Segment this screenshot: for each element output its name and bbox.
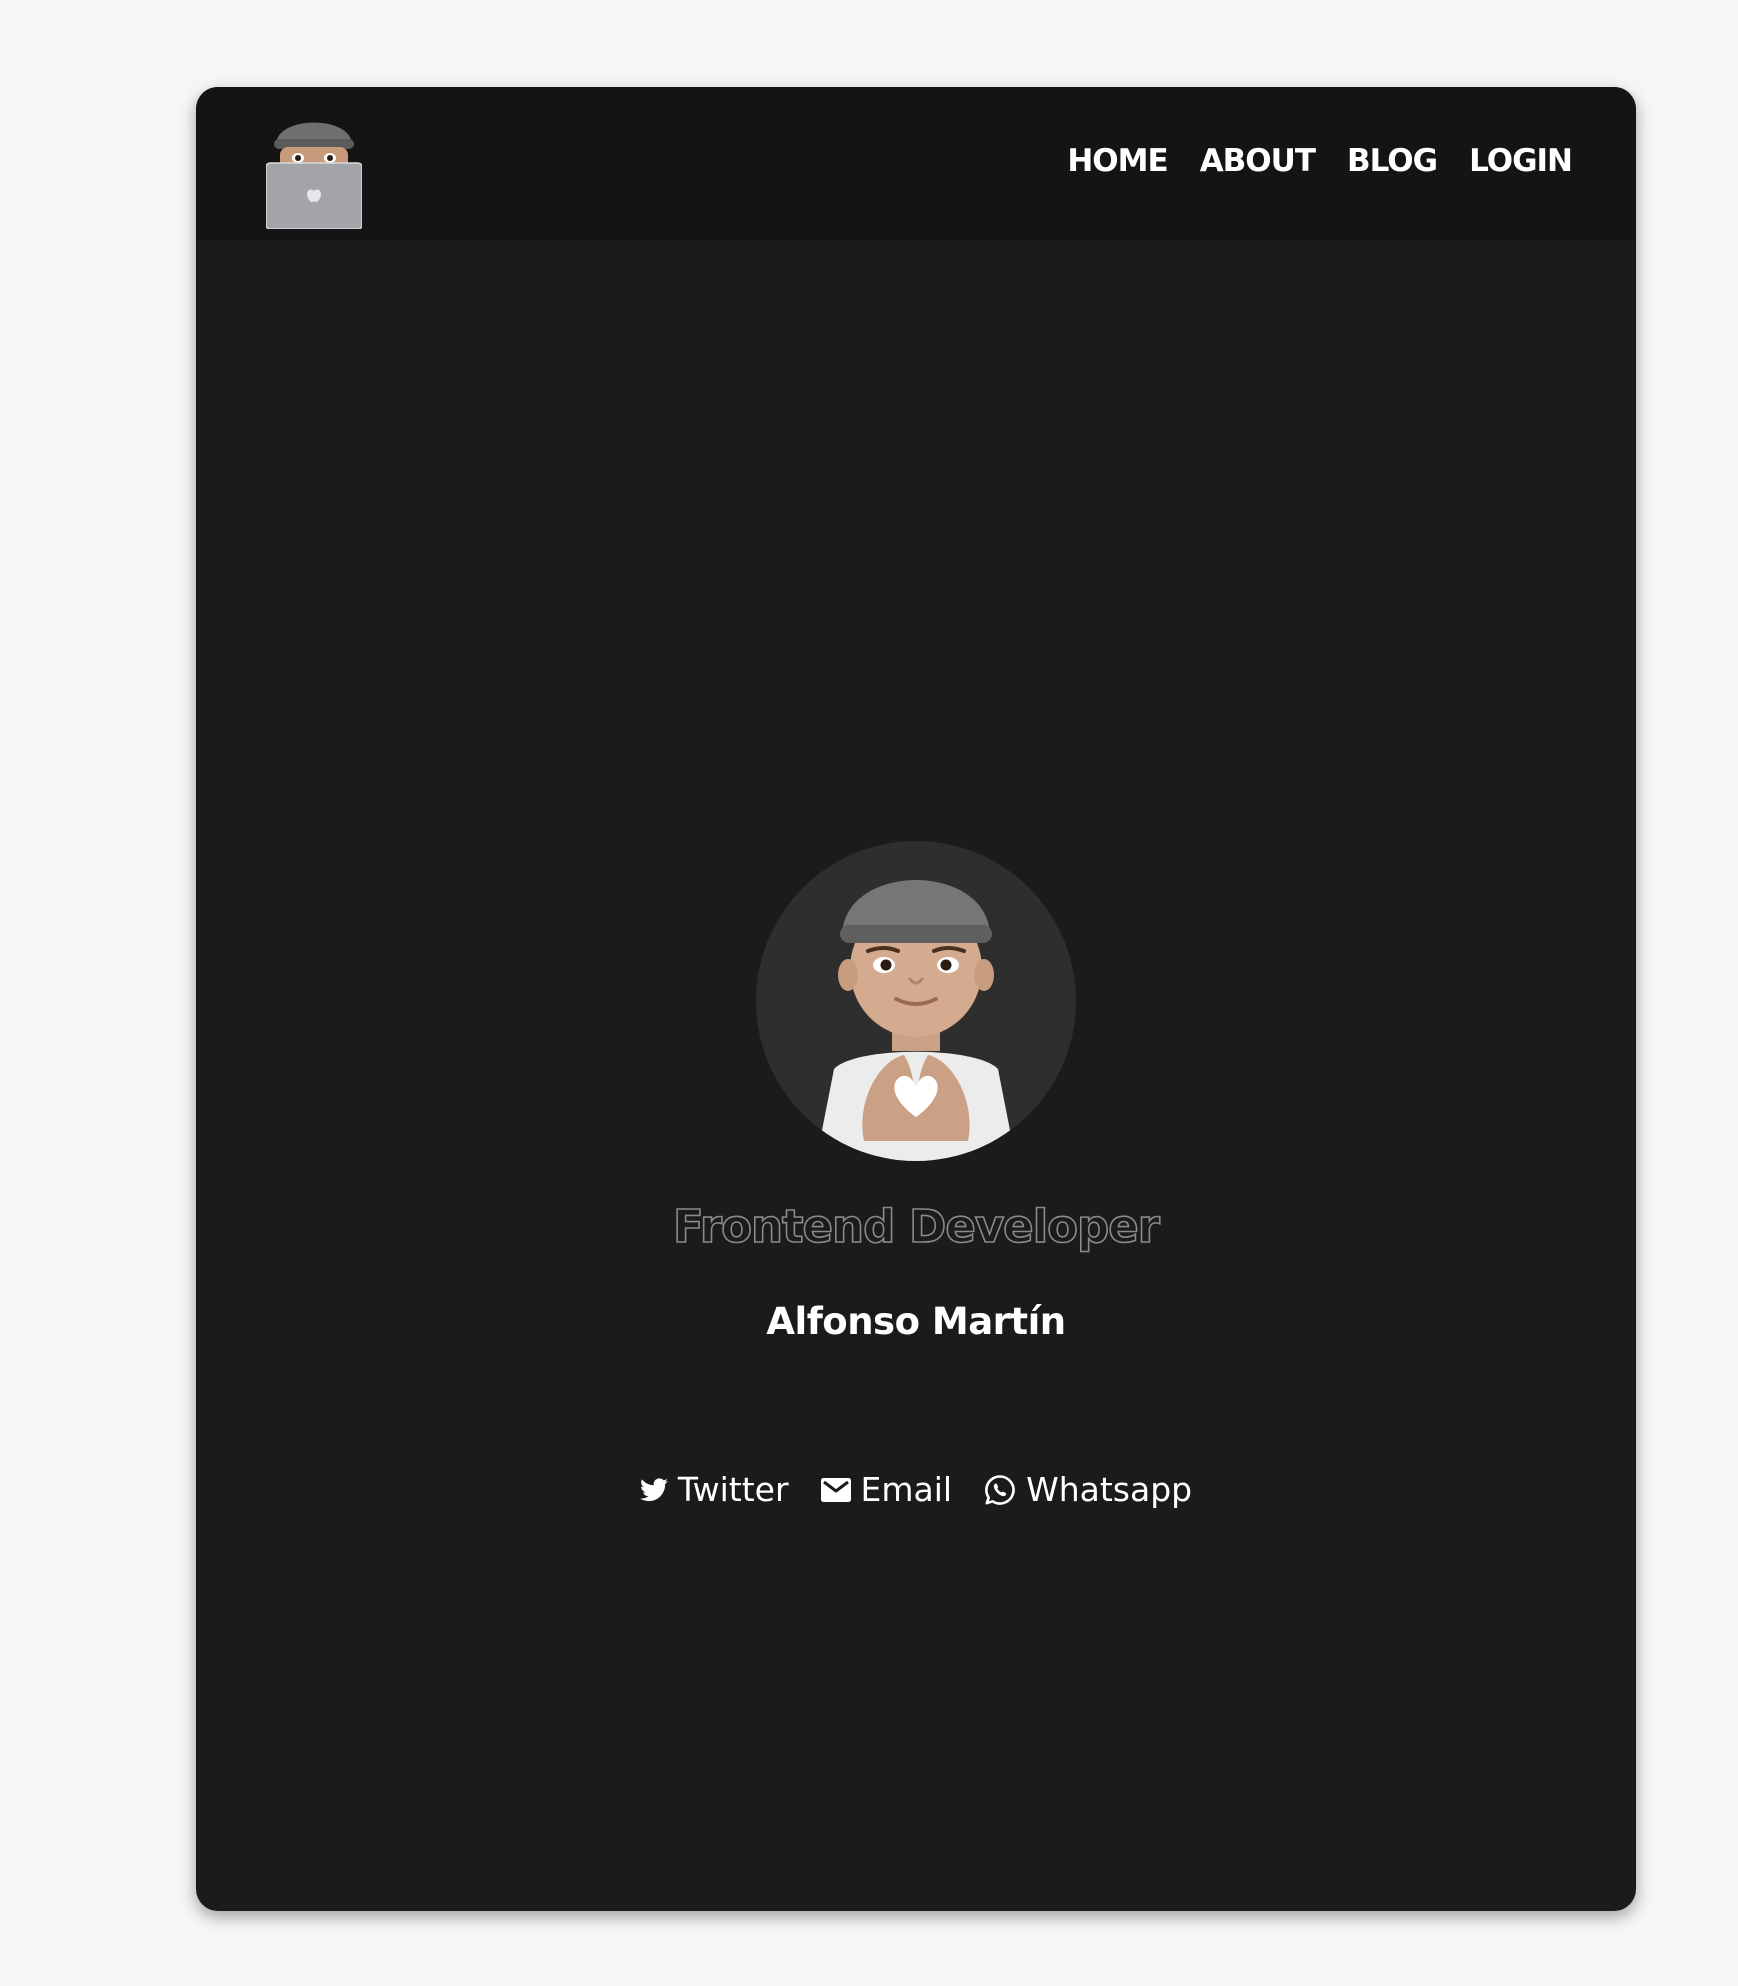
profile-name: Alfonso Martín	[766, 1300, 1066, 1343]
logo-link[interactable]	[265, 101, 363, 230]
email-icon	[820, 1477, 851, 1502]
role-title: Frontend Developer	[672, 1199, 1161, 1254]
email-link[interactable]: Email	[820, 1470, 953, 1509]
nav-login[interactable]: LOGIN	[1469, 143, 1573, 179]
twitter-label: Twitter	[677, 1470, 789, 1509]
social-links: Twitter Email Whatsapp	[196, 1470, 1636, 1509]
whatsapp-link[interactable]: Whatsapp	[984, 1470, 1192, 1509]
main-card: HOME ABOUT BLOG LOGIN Frontend Developer…	[196, 87, 1636, 1911]
twitter-icon	[639, 1477, 668, 1501]
main-nav: HOME ABOUT BLOG LOGIN	[1067, 143, 1573, 179]
memoji-heart-hands-avatar	[816, 880, 1016, 1161]
nav-home[interactable]: HOME	[1067, 143, 1168, 179]
memoji-laptop-icon	[265, 122, 363, 230]
avatar	[756, 841, 1076, 1161]
nav-blog[interactable]: BLOG	[1347, 143, 1438, 179]
site-header: HOME ABOUT BLOG LOGIN	[196, 87, 1636, 240]
email-label: Email	[860, 1470, 953, 1509]
whatsapp-icon	[985, 1474, 1015, 1505]
whatsapp-label: Whatsapp	[1026, 1470, 1193, 1509]
nav-about[interactable]: ABOUT	[1200, 143, 1316, 179]
twitter-link[interactable]: Twitter	[639, 1470, 789, 1509]
